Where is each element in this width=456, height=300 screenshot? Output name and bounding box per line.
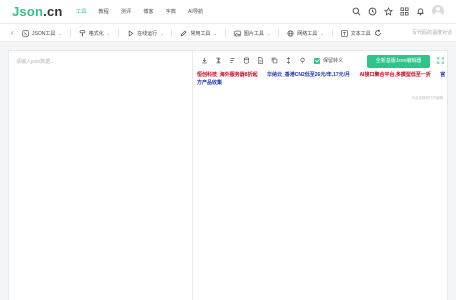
ad-link-hengchuang[interactable]: 恒创科技_海外服务器8折起 (197, 72, 258, 78)
history-icon[interactable] (368, 7, 377, 16)
chevron-down-icon: ⌄ (160, 30, 164, 36)
tool-image-label: 图片工具 (243, 30, 264, 37)
bulb-icon[interactable] (299, 57, 306, 64)
tool-search[interactable]: 写代码的温度对话 (412, 29, 452, 36)
nav-blog[interactable]: 博客 (143, 8, 153, 15)
brush-icon (79, 29, 85, 36)
nav-dictionary[interactable]: 字典 (166, 8, 176, 15)
chevron-down-icon: ⌄ (320, 30, 324, 36)
json-output-pane: 保留转义 全新基版Json编辑器 恒创科技_海外服务器8折起 华纳云_香港CN2… (193, 51, 449, 300)
scroll-left-icon[interactable]: ‹ (11, 28, 14, 37)
download-icon[interactable] (201, 57, 208, 64)
chevron-down-icon: ⌄ (58, 30, 62, 36)
chevron-down-icon: ⌄ (266, 30, 271, 36)
nav-tools[interactable]: 工具 (76, 8, 86, 15)
new-editor-button[interactable]: 全新基版Json编辑器 (367, 55, 430, 68)
tool-format-label: 格式化 (88, 30, 104, 37)
refresh-icon[interactable] (374, 29, 382, 37)
collapse-icon[interactable] (285, 57, 292, 64)
nav-reviews[interactable]: 测评 (121, 8, 131, 15)
tool-network[interactable]: 网络工具 ⌄ (287, 29, 333, 37)
play-icon (128, 29, 134, 37)
notification-icon[interactable] (416, 7, 425, 16)
sort-icon[interactable] (229, 57, 236, 64)
pen-icon (181, 30, 187, 36)
tool-run[interactable]: 在线运行 ⌄ (127, 29, 173, 37)
tool-categories: JSON工具 ⌄ 格式化 ⌄ 在线运行 ⌄ 常用工具 ⌄ 图片工具 ⌄ 网络工具 ⌄ 文本工… (22, 29, 393, 37)
globe-icon (287, 30, 294, 36)
keep-escape-toggle[interactable]: 保留转义 (314, 57, 343, 64)
keep-escape-label: 保留转义 (323, 58, 344, 64)
nav-ai-nav[interactable]: AI导航 (188, 8, 203, 15)
tool-bar: ‹ JSON工具 ⌄ 格式化 ⌄ 在线运行 ⌄ 常用工具 ⌄ 图片工具 ⌄ 网络工具 ⌄ 文… (0, 24, 456, 42)
tool-image[interactable]: 图片工具 ⌄ (234, 29, 280, 37)
tool-common-label: 常用工具 (190, 30, 211, 37)
output-toolbar: 保留转义 (201, 57, 343, 64)
site-logo[interactable]: Json.cn (12, 4, 63, 19)
copy-icon[interactable] (271, 57, 278, 64)
tool-network-label: 网络工具 (297, 30, 318, 37)
json-icon (22, 29, 29, 37)
chevron-down-icon: ⌄ (106, 30, 111, 36)
ad-link-huanayun[interactable]: 华纳云_香港CN2低至26元/年,17元/月 (267, 72, 350, 78)
logo-tld: .cn (43, 4, 63, 19)
fullscreen-icon[interactable] (437, 57, 444, 64)
tool-common[interactable]: 常用工具 ⌄ (180, 29, 226, 37)
star-icon[interactable] (384, 6, 393, 16)
ad-note: 可点击跳转打开编辑 (411, 96, 444, 100)
database-icon[interactable] (243, 57, 250, 64)
json-input-pane[interactable]: 请输入json数据... (9, 51, 193, 300)
tool-format[interactable]: 格式化 ⌄ (79, 29, 120, 37)
top-header: Json.cn 工具 教程 测评 博客 字典 AI导航 (0, 0, 456, 24)
compress-icon[interactable] (215, 57, 222, 64)
keep-escape-checkbox[interactable] (314, 57, 320, 64)
ad-link-ai-api[interactable]: AI接口聚合平台,多模型低至一折 (359, 72, 430, 78)
text-icon (340, 29, 348, 37)
header-actions (352, 5, 444, 17)
tool-text-label: 文本工具 (350, 30, 371, 37)
main-nav: 工具 教程 测评 博客 字典 AI导航 (76, 8, 203, 15)
chevron-down-icon: ⌄ (213, 30, 217, 36)
apps-icon[interactable] (400, 7, 409, 16)
image-icon (234, 30, 241, 36)
search-icon[interactable] (352, 7, 361, 16)
logo-main: Json (12, 4, 44, 19)
sponsored-links: 恒创科技_海外服务器8折起 华纳云_香港CN2低至26元/年,17元/月 AI接… (197, 71, 447, 87)
tool-json-label: JSON工具 (32, 30, 56, 37)
file-icon[interactable] (257, 57, 264, 64)
tool-run-label: 在线运行 (137, 30, 158, 37)
avatar[interactable] (432, 5, 444, 17)
nav-tutorials[interactable]: 教程 (98, 8, 108, 15)
json-input-placeholder[interactable]: 请输入json数据... (16, 58, 54, 65)
json-editor: 请输入json数据... 保留转义 全新基版Json编辑器 恒创科技_海外服务器… (8, 50, 448, 300)
tool-json[interactable]: JSON工具 ⌄ (22, 29, 71, 37)
